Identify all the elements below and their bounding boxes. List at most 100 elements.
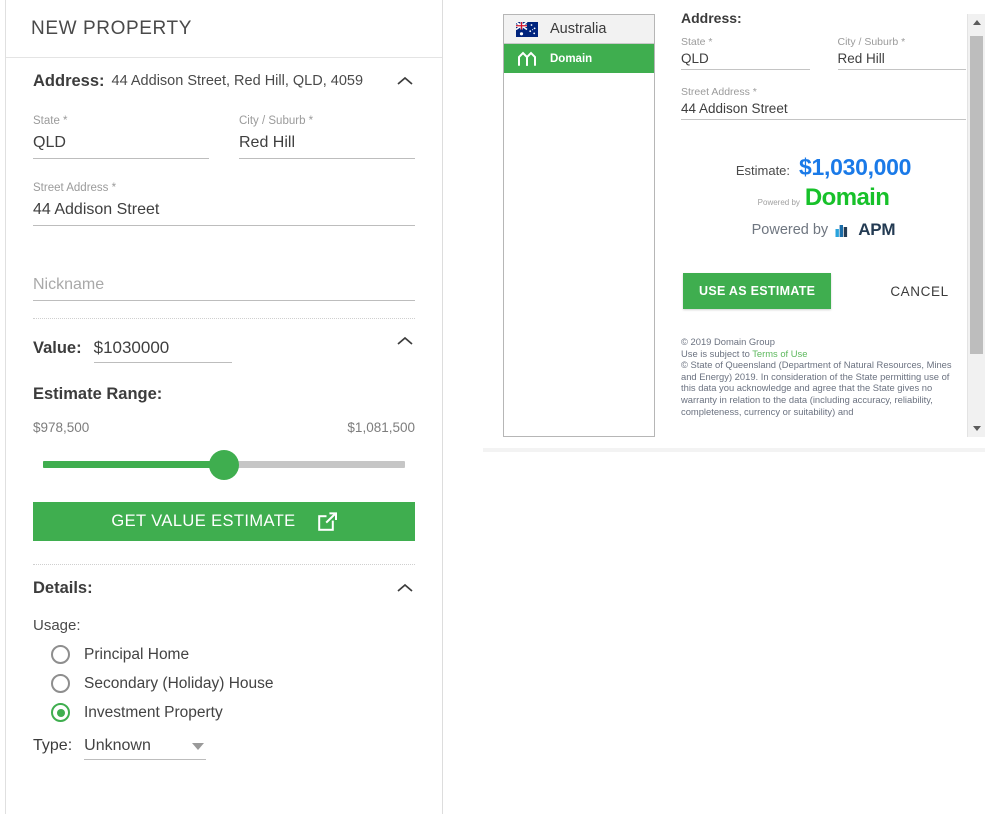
dialog-state-label: State * <box>681 36 713 48</box>
state-label: State * <box>33 115 68 127</box>
dialog-city-field[interactable]: City / Suburb * Red Hill <box>837 36 966 70</box>
legal-line-1: © 2019 Domain Group <box>681 336 775 347</box>
use-as-estimate-button[interactable]: USE AS ESTIMATE <box>683 273 832 309</box>
chevron-up-icon[interactable] <box>396 332 414 350</box>
radio-icon[interactable] <box>51 674 70 693</box>
type-select-value: Unknown <box>84 737 151 754</box>
legal-text: © 2019 Domain Group Use is subject to Te… <box>681 336 963 417</box>
australia-flag-icon <box>515 20 538 37</box>
scroll-up-arrow-icon[interactable] <box>968 14 985 31</box>
dialog-state-input[interactable]: QLD <box>681 49 810 70</box>
type-select[interactable]: Unknown <box>84 737 207 760</box>
apm-branding: Powered by APM <box>681 220 966 240</box>
tab-australia[interactable]: Australia <box>504 15 654 44</box>
new-property-panel: NEW PROPERTY Address: 44 Addison Street,… <box>5 0 443 814</box>
estimate-dialog: Australia Domain Address: State * QLD Ci… <box>483 0 985 452</box>
address-heading: Address: <box>33 71 105 90</box>
apm-wordmark: APM <box>858 220 896 239</box>
address-state-city-row: State * QLD City / Suburb * Red Hill <box>33 104 415 159</box>
dialog-street-field[interactable]: Street Address * 44 Addison Street <box>681 86 966 120</box>
dialog-city-input[interactable]: Red Hill <box>837 49 966 70</box>
state-input[interactable]: QLD <box>33 128 209 159</box>
dialog-state-city-row: State * QLD City / Suburb * Red Hill <box>681 36 966 70</box>
state-field[interactable]: State * QLD <box>33 114 209 159</box>
estimate-amount: $1,030,000 <box>799 154 912 180</box>
estimate-dialog-body: Australia Domain Address: State * QLD Ci… <box>483 0 985 437</box>
tab-label: Australia <box>550 21 607 37</box>
address-summary: 44 Addison Street, Red Hill, QLD, 4059 <box>111 73 364 89</box>
dialog-actions: USE AS ESTIMATE CANCEL <box>681 273 966 309</box>
street-address-field[interactable]: Street Address * 44 Addison Street <box>33 181 415 226</box>
usage-option-principal-home[interactable]: Principal Home <box>51 640 415 669</box>
city-input[interactable]: Red Hill <box>239 128 415 159</box>
slider-thumb[interactable] <box>209 450 239 480</box>
get-value-estimate-label: GET VALUE ESTIMATE <box>111 512 296 530</box>
type-label: Type: <box>33 737 73 754</box>
usage-option-label: Secondary (Holiday) House <box>84 674 274 692</box>
legal-line-3: © State of Queensland (Department of Nat… <box>681 359 952 417</box>
dialog-city-label: City / Suburb * <box>837 36 906 48</box>
caret-down-icon <box>192 743 205 750</box>
usage-radio-group: Principal Home Secondary (Holiday) House… <box>33 640 415 727</box>
street-address-input[interactable]: 44 Addison Street <box>33 195 415 226</box>
range-min-label: $978,500 <box>33 420 90 435</box>
nickname-input[interactable]: Nickname <box>33 270 415 301</box>
tab-label: Domain <box>550 52 593 65</box>
street-address-label: Street Address * <box>33 182 117 194</box>
estimate-block: Estimate: $1,030,000 Powered by Domain P… <box>681 154 966 240</box>
domain-wordmark: Domain <box>804 184 890 211</box>
address-section-header[interactable]: Address: 44 Addison Street, Red Hill, QL… <box>33 58 415 104</box>
city-label: City / Suburb * <box>239 115 314 127</box>
usage-option-investment-property[interactable]: Investment Property <box>51 698 415 727</box>
dialog-street-input[interactable]: 44 Addison Street <box>681 99 966 120</box>
details-heading: Details: <box>33 578 93 597</box>
value-heading: Value: <box>33 339 82 357</box>
type-row: Type: Unknown <box>33 737 415 760</box>
estimate-label: Estimate: <box>735 163 791 178</box>
usage-label: Usage: <box>33 617 81 634</box>
tab-domain[interactable]: Domain <box>504 44 654 73</box>
dialog-scrollbar[interactable] <box>967 14 985 437</box>
apm-bars-icon <box>835 222 851 238</box>
scroll-down-arrow-icon[interactable] <box>968 420 985 437</box>
cut-off-row-ghost <box>483 448 985 452</box>
radio-icon-selected[interactable] <box>51 703 70 722</box>
nickname-field[interactable]: Nickname <box>33 270 415 301</box>
value-amount-input[interactable]: $1030000 <box>93 338 232 363</box>
usage-option-label: Investment Property <box>84 703 223 721</box>
get-value-estimate-button[interactable]: GET VALUE ESTIMATE <box>33 502 415 541</box>
details-section-header[interactable]: Details: <box>33 565 415 611</box>
estimate-line: Estimate: $1,030,000 <box>681 154 966 181</box>
value-section-header[interactable]: Value: $1030000 <box>33 319 415 363</box>
chevron-up-icon[interactable] <box>396 72 414 90</box>
range-max-label: $1,081,500 <box>347 420 415 435</box>
dialog-bottom-cut-strip <box>483 448 985 452</box>
usage-option-secondary-house[interactable]: Secondary (Holiday) House <box>51 669 415 698</box>
terms-of-use-link[interactable]: Terms of Use <box>752 348 807 359</box>
usage-option-label: Principal Home <box>84 645 190 663</box>
legal-line-2-prefix: Use is subject to <box>681 347 753 359</box>
address-section: Address: 44 Addison Street, Red Hill, QL… <box>6 58 442 319</box>
dialog-content: Address: State * QLD City / Suburb * Red… <box>681 10 966 417</box>
dialog-street-label: Street Address * <box>681 86 757 98</box>
domain-branding: Powered by Domain <box>681 184 966 212</box>
domain-logo-icon <box>516 50 538 67</box>
screen-root: NEW PROPERTY Address: 44 Addison Street,… <box>0 0 985 814</box>
estimate-range-title: Estimate Range: <box>33 385 163 403</box>
city-field[interactable]: City / Suburb * Red Hill <box>239 114 415 159</box>
provider-tab-list: Australia Domain <box>503 14 655 437</box>
radio-icon[interactable] <box>51 645 70 664</box>
value-section: Value: $1030000 Estimate Range: $978,500… <box>6 319 442 565</box>
details-section: Details: Usage: Principal Home Secondary… <box>6 565 442 760</box>
legal-line-2: Use is subject to Terms of Use <box>681 348 963 360</box>
scrollbar-thumb[interactable] <box>970 36 983 354</box>
slider-fill <box>43 461 224 468</box>
cancel-button[interactable]: CANCEL <box>890 284 948 299</box>
apm-powered-by-label: Powered by <box>751 222 829 238</box>
chevron-up-icon[interactable] <box>396 579 414 597</box>
external-link-icon <box>317 512 337 531</box>
page-title: NEW PROPERTY <box>31 17 192 39</box>
estimate-range-slider[interactable] <box>33 447 415 481</box>
dialog-state-field[interactable]: State * QLD <box>681 36 810 70</box>
panel-title-bar: NEW PROPERTY <box>6 0 442 58</box>
